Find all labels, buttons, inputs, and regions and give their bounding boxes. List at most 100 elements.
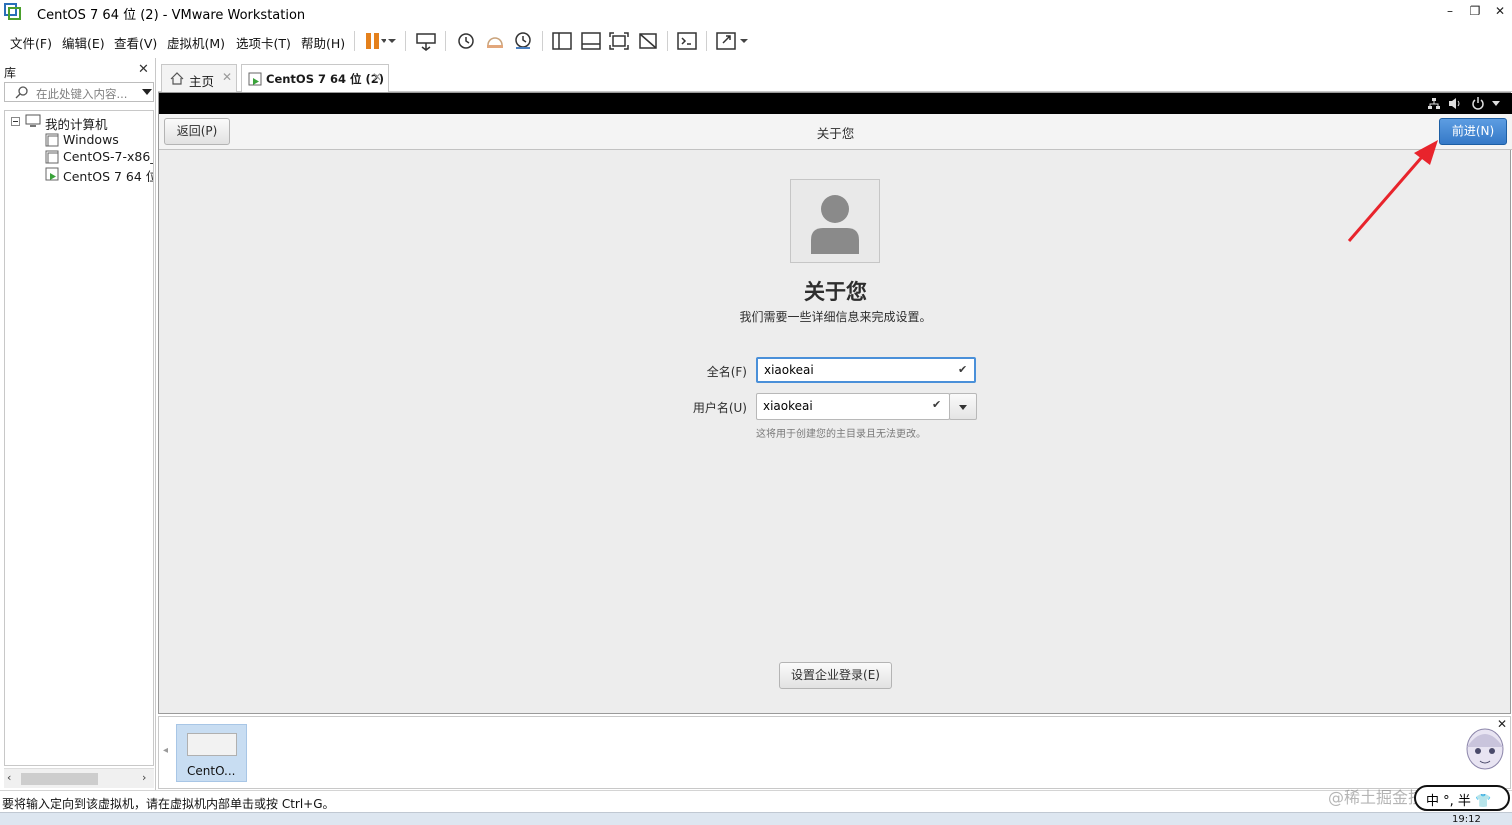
toolbar-separator [354, 31, 355, 51]
mascot-sticker [1466, 728, 1504, 770]
library-close-button[interactable]: ✕ [138, 62, 149, 77]
menu-toolbar: 文件(F) 编辑(E) 查看(V) 虚拟机(M) 选项卡(T) 帮助(H) [0, 24, 1512, 58]
console-icon[interactable] [675, 30, 699, 52]
tree-item-centos-x86[interactable]: CentOS-7-x86_6 [43, 148, 153, 165]
computer-icon [25, 114, 41, 127]
fullname-value: xiaokeai [764, 363, 814, 377]
username-value: xiaokeai [763, 399, 813, 413]
toolbar-separator [542, 31, 543, 51]
tree-item-label: CentOS 7 64 位 [63, 169, 154, 184]
library-title: 库 [4, 66, 17, 80]
thumbnail-bar: ◂ CentO... ✕ [158, 716, 1511, 789]
library-scrollbar[interactable]: ‹ › [4, 768, 154, 788]
menu-help[interactable]: 帮助(H) [301, 33, 345, 52]
toolbar-separator [405, 31, 406, 51]
fullname-input[interactable]: xiaokeai ✔ [756, 357, 976, 383]
annotation-arrow [1347, 140, 1438, 242]
scroll-left-icon[interactable]: ◂ [163, 745, 168, 756]
network-icon[interactable] [1427, 97, 1441, 110]
title-bar: CentOS 7 64 位 (2) - VMware Workstation –… [0, 0, 1512, 24]
enterprise-login-button[interactable]: 设置企业登录(E) [779, 662, 892, 689]
chevron-down-icon[interactable] [1491, 99, 1501, 107]
scroll-left-icon[interactable]: ‹ [7, 771, 11, 784]
next-button[interactable]: 前进(N) [1439, 118, 1507, 145]
tab-home[interactable]: 主页 ✕ [161, 64, 237, 92]
fullname-label: 全名(F) [706, 365, 747, 379]
close-window-button[interactable]: ✕ [1490, 2, 1510, 20]
tree-item-windows[interactable]: Windows [43, 131, 153, 148]
toolbar-separator [667, 31, 668, 51]
check-icon: ✔ [932, 398, 942, 411]
volume-icon[interactable] [1448, 97, 1462, 110]
username-hint: 这将用于创建您的主目录且无法更改。 [756, 429, 926, 440]
window-title: CentOS 7 64 位 (2) - VMware Workstation [37, 8, 306, 23]
close-icon[interactable]: ✕ [372, 70, 382, 84]
close-icon[interactable]: ✕ [222, 70, 232, 84]
search-icon [15, 86, 28, 99]
tree-item-my-computer[interactable]: 我的计算机 [7, 113, 153, 132]
chevron-down-icon[interactable] [141, 86, 153, 98]
vm-icon [45, 133, 59, 147]
library-panel: 库 ✕ 在此处键入内容... 我的计算机 Windows CentOS-7-x8… [0, 58, 156, 790]
user-icon [811, 195, 859, 254]
send-keys-icon[interactable] [414, 30, 438, 52]
username-input[interactable]: xiaokeai ✔ [756, 393, 950, 420]
thumbnail-label: CentO... [187, 764, 236, 778]
stretch-icon[interactable] [714, 30, 738, 52]
taskbar-clock: 19:12 [1452, 814, 1481, 825]
page-heading: 关于您 [804, 280, 867, 304]
menu-view[interactable]: 查看(V) [114, 33, 157, 52]
thumbnail-bar-icon[interactable] [579, 30, 603, 52]
menu-vm[interactable]: 虚拟机(M) [167, 33, 225, 52]
toolbar-separator [706, 31, 707, 51]
tab-centos[interactable]: CentOS 7 64 位 (2) ✕ [241, 64, 389, 93]
menu-file[interactable]: 文件(F) [10, 33, 52, 52]
vm-thumbnail[interactable]: CentO... [176, 724, 247, 782]
status-bar: 要将输入定向到该虚拟机，请在虚拟机内部单击或按 Ctrl+G。 [0, 790, 1512, 812]
page-subtitle: 我们需要一些详细信息来完成设置。 [739, 310, 932, 324]
windows-taskbar: 19:12 [0, 812, 1512, 825]
tree-item-label: Windows [63, 132, 119, 147]
vm-display[interactable]: 返回(P) 关于您 前进(N) 关于您 我们需要一些详细信息来完成设置。 全名(… [158, 92, 1512, 714]
snapshot-manager-icon[interactable] [511, 30, 535, 52]
vm-running-icon [248, 72, 262, 86]
pause-icon[interactable] [362, 30, 386, 52]
tab-strip: 主页 ✕ CentOS 7 64 位 (2) ✕ [158, 62, 1512, 93]
thumbnail-screen [187, 733, 237, 756]
scrollbar-thumb[interactable] [21, 773, 98, 785]
header-title: 关于您 [816, 126, 855, 141]
unity-icon[interactable] [636, 30, 660, 52]
restore-button[interactable]: ❐ [1465, 2, 1485, 20]
minimize-button[interactable]: – [1440, 2, 1460, 20]
gnome-top-bar [159, 93, 1512, 114]
check-icon: ✔ [958, 363, 968, 376]
tab-label: 主页 [189, 74, 215, 89]
snapshot-icon[interactable] [454, 30, 478, 52]
toolbar-separator [445, 31, 446, 51]
chevron-down-icon[interactable] [738, 30, 750, 52]
tree-item-label: CentOS-7-x86_6 [63, 149, 153, 164]
tab-label: CentOS 7 64 位 (2) [266, 72, 385, 86]
collapse-icon[interactable] [11, 117, 20, 126]
revert-snapshot-icon[interactable] [483, 30, 507, 52]
full-screen-icon[interactable] [607, 30, 631, 52]
chevron-down-icon[interactable] [386, 30, 398, 52]
menu-tabs[interactable]: 选项卡(T) [236, 33, 291, 52]
scroll-right-icon[interactable]: › [142, 771, 146, 784]
power-icon[interactable] [1471, 96, 1485, 110]
chevron-down-icon [959, 405, 967, 410]
ime-label: 中 °, 半 👕 [1426, 794, 1492, 809]
username-label: 用户名(U) [692, 401, 747, 415]
vm-running-icon [45, 167, 59, 181]
username-dropdown[interactable] [949, 393, 977, 420]
status-text: 要将输入定向到该虚拟机，请在虚拟机内部单击或按 Ctrl+G。 [2, 797, 335, 811]
setup-header-bar: 返回(P) 关于您 前进(N) [159, 114, 1512, 150]
avatar[interactable] [790, 179, 880, 263]
vm-icon [45, 150, 59, 164]
show-library-icon[interactable] [550, 30, 574, 52]
library-search-input[interactable]: 在此处键入内容... [4, 82, 154, 102]
menu-edit[interactable]: 编辑(E) [62, 33, 105, 52]
home-icon [170, 72, 184, 85]
ime-indicator[interactable]: 中 °, 半 👕 [1414, 785, 1510, 811]
tree-item-centos-64[interactable]: CentOS 7 64 位 [43, 165, 154, 184]
